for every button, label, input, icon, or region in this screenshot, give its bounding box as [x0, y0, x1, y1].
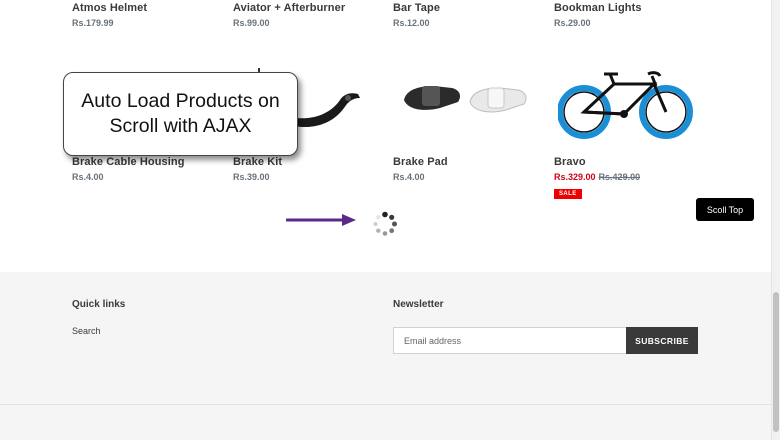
- product-card[interactable]: Atmos Helmet Rs.179.99: [72, 2, 222, 28]
- bravo-bicycle-image[interactable]: [558, 64, 694, 142]
- quick-links-heading: Quick links: [72, 299, 126, 310]
- auto-load-callout: Auto Load Products on Scroll with AJAX: [63, 72, 298, 156]
- search-link[interactable]: Search: [72, 326, 101, 336]
- product-title[interactable]: Brake Pad: [393, 156, 543, 168]
- product-card[interactable]: Bravo Rs.329.00 Rs.429.00 SALE: [554, 156, 704, 200]
- product-title[interactable]: Bar Tape: [393, 2, 543, 14]
- product-card[interactable]: Brake Cable Housing Rs.4.00: [72, 156, 222, 182]
- page: Atmos Helmet Rs.179.99 Aviator + Afterbu…: [0, 0, 771, 440]
- product-title[interactable]: Aviator + Afterburner: [233, 2, 383, 14]
- arrow-right-icon: [286, 214, 356, 226]
- product-title[interactable]: Brake Kit: [233, 156, 383, 168]
- callout-text: Auto Load Products on Scroll with AJAX: [81, 90, 280, 137]
- product-price: Rs.39.00: [233, 172, 270, 182]
- product-price: Rs.4.00: [393, 172, 425, 182]
- newsletter-heading: Newsletter: [393, 299, 444, 310]
- loading-spinner-icon: [373, 211, 397, 236]
- product-card[interactable]: Bookman Lights Rs.29.00: [554, 2, 704, 28]
- sale-price: Rs.329.00: [554, 172, 596, 182]
- vertical-scrollbar[interactable]: [771, 0, 780, 440]
- product-price: Rs.329.00 Rs.429.00: [554, 172, 704, 182]
- footer-divider: [0, 404, 771, 405]
- product-price: Rs.179.99: [72, 18, 114, 28]
- brake-pad-image[interactable]: [400, 78, 530, 118]
- subscribe-button[interactable]: SUBSCRIBE: [626, 327, 698, 354]
- product-card[interactable]: Brake Kit Rs.39.00: [233, 156, 383, 182]
- product-title[interactable]: Bookman Lights: [554, 2, 704, 14]
- product-title[interactable]: Brake Cable Housing: [72, 156, 222, 168]
- scroll-top-button[interactable]: Scoll Top: [696, 198, 754, 221]
- product-price: Rs.12.00: [393, 18, 430, 28]
- product-price: Rs.29.00: [554, 18, 591, 28]
- product-card[interactable]: Aviator + Afterburner Rs.99.00: [233, 2, 383, 28]
- sale-badge: SALE: [554, 189, 582, 199]
- scrollbar-thumb[interactable]: [773, 292, 779, 432]
- product-title[interactable]: Atmos Helmet: [72, 2, 222, 14]
- product-price: Rs.4.00: [72, 172, 104, 182]
- compare-price: Rs.429.00: [598, 172, 641, 182]
- product-card[interactable]: Bar Tape Rs.12.00: [393, 2, 543, 28]
- site-footer: Quick links Search Newsletter SUBSCRIBE: [0, 272, 771, 440]
- product-price: Rs.99.00: [233, 18, 270, 28]
- product-title[interactable]: Bravo: [554, 156, 704, 168]
- product-card[interactable]: Brake Pad Rs.4.00: [393, 156, 543, 182]
- email-field[interactable]: [393, 327, 627, 354]
